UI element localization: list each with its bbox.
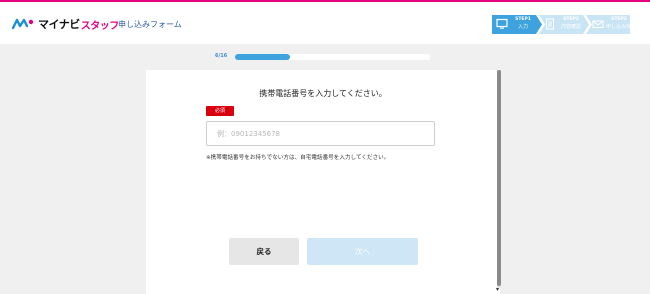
phone-note: ※携帯電話番号をお持ちでない方は、自宅電話番号を入力してください。	[206, 155, 390, 161]
logo-subtext: スタッフ	[80, 20, 120, 32]
step-indicator: STEP1 入力 STEP2 内容確認 STEP3 申し込み完了	[492, 15, 637, 34]
monitor-icon	[496, 18, 508, 29]
progress-bar	[235, 54, 430, 60]
logo-mark-icon	[12, 18, 34, 30]
next-button[interactable]: 次へ	[307, 238, 418, 265]
step-3: STEP3 申し込み完了	[588, 15, 637, 34]
question-heading: 携帯電話番号を入力してください。	[259, 89, 387, 98]
form-title: 申し込みフォーム	[118, 20, 182, 29]
envelope-icon	[592, 20, 604, 29]
step-2: STEP2 内容確認	[540, 15, 586, 34]
progress-counter: 6/16	[215, 53, 228, 59]
step-3-label: 申し込み完了	[606, 24, 637, 30]
step-1: STEP1 入力	[492, 15, 538, 34]
logo[interactable]: マイナビ スタッフ	[12, 16, 119, 32]
form-card: 携帯電話番号を入力してください。 必須 ※携帯電話番号をお持ちでない方は、自宅電…	[146, 70, 500, 294]
logo-text: マイナビ	[38, 18, 80, 31]
scrollbar-thumb[interactable]	[497, 70, 501, 286]
back-button[interactable]: 戻る	[229, 238, 299, 265]
site-header: マイナビ スタッフ 申し込みフォーム STEP1 入力 STEP2 内容確認 S…	[0, 2, 650, 44]
step-2-label: 内容確認	[560, 24, 581, 30]
progress-fill	[235, 54, 290, 60]
scrollbar[interactable]: ▾	[494, 70, 504, 294]
document-icon	[545, 18, 555, 30]
step-1-label: 入力	[517, 24, 528, 30]
required-badge: 必須	[206, 106, 234, 116]
scroll-down-arrow-icon[interactable]: ▾	[496, 287, 499, 293]
phone-number-input[interactable]	[206, 121, 435, 146]
